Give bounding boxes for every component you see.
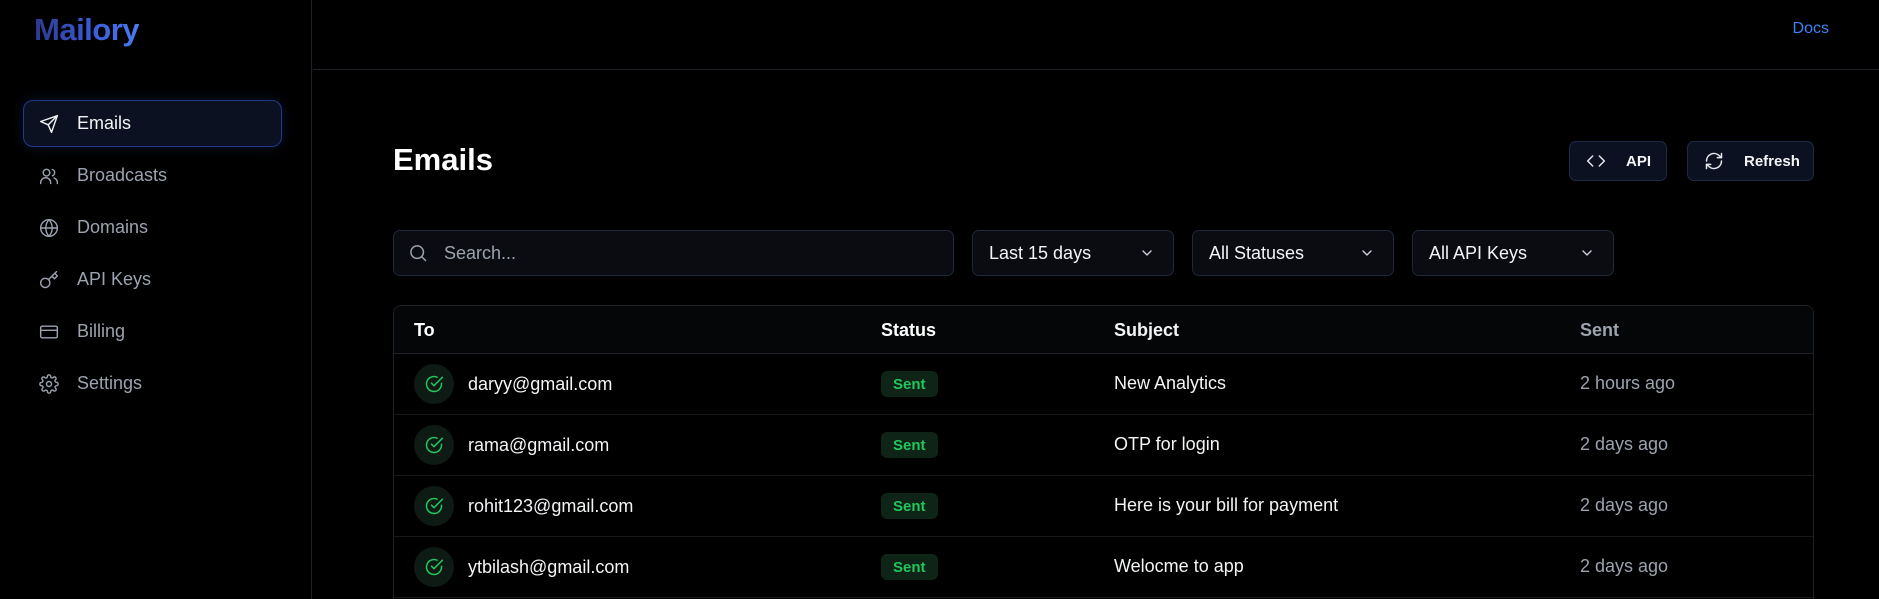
sidebar-item-domains[interactable]: Domains <box>23 204 282 251</box>
recipient-cell: daryy@gmail.com <box>414 364 612 404</box>
api-keys-value: All API Keys <box>1429 242 1528 263</box>
sent-time-cell: 2 days ago <box>1580 556 1669 576</box>
chevron-down-icon <box>1359 245 1375 261</box>
check-circle-icon <box>414 364 454 404</box>
sidebar-item-label: Settings <box>77 373 143 393</box>
status-value: All Statuses <box>1209 242 1305 263</box>
sidebar-item-label: Domains <box>77 217 149 237</box>
sidebar-item-label: API Keys <box>77 269 152 289</box>
globe-icon <box>39 218 59 238</box>
sent-time-cell: 2 days ago <box>1580 434 1669 454</box>
code-icon <box>1586 155 1606 167</box>
refresh-icon <box>1705 152 1723 170</box>
page-title: Emails <box>393 142 493 177</box>
check-circle-icon <box>414 547 454 587</box>
recipient-cell: ytbilash@gmail.com <box>414 547 629 587</box>
subject-cell: OTP for login <box>1114 434 1220 454</box>
sidebar-item-api-keys[interactable]: API Keys <box>23 256 282 303</box>
table-row[interactable]: rohit123@gmail.com Sent Here is your bil… <box>394 476 1813 537</box>
column-header-sent: Sent <box>1580 320 1620 340</box>
chevron-down-icon <box>1579 245 1595 261</box>
check-circle-icon <box>414 425 454 465</box>
search-box <box>393 230 954 276</box>
api-keys-select[interactable]: All API Keys <box>1412 230 1614 276</box>
credit-card-icon <box>39 322 59 342</box>
column-header-subject: Subject <box>1114 320 1180 340</box>
refresh-button-label: Refresh <box>1744 152 1800 170</box>
recipient-email: daryy@gmail.com <box>468 373 613 394</box>
app-logo[interactable]: Mailory <box>34 12 140 48</box>
table-row[interactable]: ytbilash@gmail.com Sent Welocme to app 2… <box>394 537 1813 598</box>
sidebar-item-emails[interactable]: Emails <box>23 100 282 147</box>
table-header: To Status Subject Sent <box>394 306 1813 354</box>
sidebar-item-label: Emails <box>77 113 132 133</box>
sent-time-cell: 2 days ago <box>1580 495 1669 515</box>
sidebar-item-label: Broadcasts <box>77 165 168 185</box>
search-icon <box>410 245 427 262</box>
api-button-label: API <box>1626 152 1652 170</box>
sidebar: Mailory Emails Broadcasts Domains API Ke… <box>0 0 312 599</box>
table-row[interactable]: rama@gmail.com Sent OTP for login 2 days… <box>394 415 1813 476</box>
status-badge: Sent <box>881 432 938 458</box>
recipient-email: ytbilash@gmail.com <box>468 556 630 577</box>
sidebar-item-billing[interactable]: Billing <box>23 308 282 355</box>
sidebar-item-settings[interactable]: Settings <box>23 360 282 407</box>
users-icon <box>39 166 59 186</box>
sidebar-nav: Emails Broadcasts Domains API Keys Billi… <box>23 100 282 412</box>
api-button[interactable]: API <box>1569 141 1667 181</box>
column-header-to: To <box>414 320 435 340</box>
emails-table: To Status Subject Sent daryy@gmail.com S… <box>393 305 1814 599</box>
status-badge: Sent <box>881 554 938 580</box>
recipient-cell: rohit123@gmail.com <box>414 486 633 526</box>
column-header-status: Status <box>881 320 937 340</box>
subject-cell: Welocme to app <box>1114 556 1244 576</box>
sidebar-item-label: Billing <box>77 321 126 341</box>
status-badge: Sent <box>881 371 938 397</box>
send-icon <box>39 114 59 134</box>
chevron-down-icon <box>1139 245 1155 261</box>
check-circle-icon <box>414 486 454 526</box>
subject-cell: New Analytics <box>1114 373 1227 393</box>
refresh-button[interactable]: Refresh <box>1687 141 1814 181</box>
topbar: Docs <box>313 0 1879 70</box>
search-input[interactable] <box>444 242 924 264</box>
recipient-email: rama@gmail.com <box>468 434 610 455</box>
date-range-value: Last 15 days <box>989 242 1092 263</box>
docs-link[interactable]: Docs <box>1793 20 1829 38</box>
subject-cell: Here is your bill for payment <box>1114 495 1339 515</box>
table-row[interactable]: daryy@gmail.com Sent New Analytics 2 hou… <box>394 354 1813 415</box>
recipient-cell: rama@gmail.com <box>414 425 609 465</box>
status-select[interactable]: All Statuses <box>1192 230 1394 276</box>
status-badge: Sent <box>881 493 938 519</box>
gear-icon <box>39 373 59 394</box>
key-icon <box>39 270 59 290</box>
sidebar-item-broadcasts[interactable]: Broadcasts <box>23 152 282 199</box>
date-range-select[interactable]: Last 15 days <box>972 230 1174 276</box>
recipient-email: rohit123@gmail.com <box>468 495 634 516</box>
sent-time-cell: 2 hours ago <box>1580 373 1676 393</box>
